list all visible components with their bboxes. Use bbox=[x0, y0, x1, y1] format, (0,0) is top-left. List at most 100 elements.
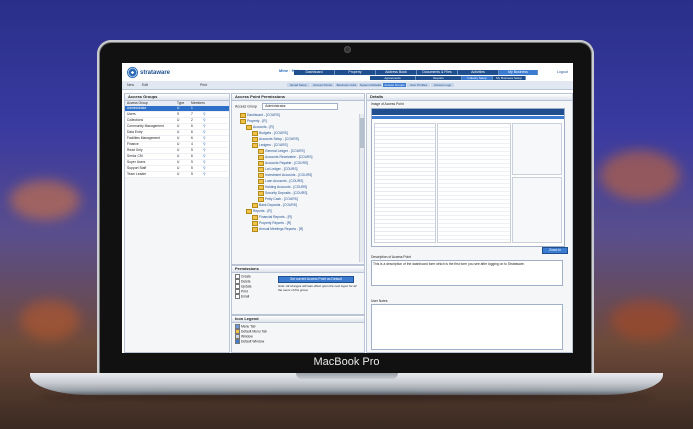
nav-tab-dashboard[interactable]: Dashboard bbox=[294, 70, 335, 75]
magnifier-icon[interactable]: ⚲ bbox=[203, 160, 205, 165]
set-default-button[interactable]: Set current Access Point as Default bbox=[278, 276, 354, 283]
folder-icon bbox=[252, 142, 258, 148]
tab-access-points[interactable]: Access Points bbox=[311, 83, 334, 87]
print-button[interactable]: Print bbox=[200, 83, 207, 87]
access-group-name: Collections bbox=[127, 118, 144, 122]
magnifier-icon[interactable]: ⚲ bbox=[203, 112, 205, 117]
sub-nav-spacer bbox=[210, 76, 370, 80]
description-textbox[interactable]: This is a description of the dashboard f… bbox=[371, 260, 563, 286]
camera-icon bbox=[344, 46, 351, 53]
table-row[interactable]: Team Leader U 5 ⚲ bbox=[125, 172, 229, 178]
access-group-type: U bbox=[177, 160, 180, 164]
access-group-name: Senior CM bbox=[127, 154, 143, 158]
magnifier-icon[interactable]: ⚲ bbox=[203, 136, 205, 141]
checkbox-icon[interactable] bbox=[235, 294, 240, 299]
nav-tab-documents[interactable]: Documents & Files bbox=[417, 70, 458, 75]
sub-tab-industry-setup[interactable]: Industry Setup bbox=[462, 76, 493, 80]
access-group-name: Data Entry bbox=[127, 130, 143, 134]
access-group-members: 6 bbox=[191, 136, 193, 140]
user-notes-label: User Notes bbox=[371, 299, 388, 303]
access-group-type: U bbox=[177, 154, 180, 158]
zoom-in-button[interactable]: Zoom In bbox=[542, 247, 568, 254]
nav-tab-address-book[interactable]: Address Book bbox=[376, 70, 417, 75]
logout-link[interactable]: Logout bbox=[557, 70, 568, 74]
nav-tab-property[interactable]: Property bbox=[335, 70, 376, 75]
permission-checkbox-email[interactable]: Email bbox=[235, 294, 361, 299]
tree-node[interactable]: Annual Meetings Reports - [R] bbox=[234, 226, 364, 232]
panel-title: Access Groups bbox=[125, 94, 229, 101]
access-group-name: Super Users bbox=[127, 160, 146, 164]
access-group-name: Finance bbox=[127, 142, 139, 146]
folder-icon bbox=[252, 130, 258, 136]
magnifier-icon[interactable]: ⚲ bbox=[203, 124, 205, 129]
user-notes-textbox[interactable] bbox=[371, 304, 563, 350]
setup-tabs: Email Setup Access Points Business Units… bbox=[287, 83, 455, 87]
logo[interactable]: strataware bbox=[127, 67, 170, 78]
permissions-note: Note: All changes will take effect upon … bbox=[278, 284, 357, 292]
access-point-image[interactable] bbox=[371, 108, 565, 247]
folder-icon bbox=[252, 136, 258, 142]
magnifier-icon[interactable]: ⚲ bbox=[203, 172, 205, 177]
magnifier-icon[interactable]: ⚲ bbox=[203, 106, 205, 111]
panel-title: Details bbox=[367, 94, 572, 101]
main-nav: Dashboard Property Address Book Document… bbox=[294, 70, 538, 75]
sub-tab-agreements[interactable]: Agreements bbox=[370, 76, 416, 80]
laptop-notch bbox=[296, 373, 398, 379]
nav-tab-activities[interactable]: Activities bbox=[458, 70, 499, 75]
magnifier-icon[interactable]: ⚲ bbox=[203, 130, 205, 135]
tab-business-units[interactable]: Business Units bbox=[335, 83, 358, 87]
magnifier-icon[interactable]: ⚲ bbox=[203, 166, 205, 171]
access-point-permissions-panel: Access Point Permissions Access Group Ad… bbox=[231, 93, 365, 265]
new-button[interactable]: New bbox=[127, 83, 134, 87]
panel-title: Access Point Permissions bbox=[232, 94, 364, 101]
access-group-type: U bbox=[177, 148, 180, 152]
access-group-members: 2 bbox=[191, 118, 193, 122]
access-group-name: Facilities Management bbox=[127, 136, 160, 140]
folder-icon bbox=[258, 190, 264, 196]
folder-icon bbox=[252, 226, 258, 232]
device-brand-label: MacBook Pro bbox=[313, 356, 380, 368]
magnifier-icon[interactable]: ⚲ bbox=[203, 118, 205, 123]
access-group-members: 4 bbox=[191, 142, 193, 146]
sub-tab-my-business-setup[interactable]: My Business Setup bbox=[493, 76, 526, 80]
strataware-app: strataware Mine · Help Dashboard Propert… bbox=[122, 63, 573, 353]
access-group-type: U bbox=[177, 172, 180, 176]
access-group-label: Access Group bbox=[235, 104, 257, 109]
edit-button[interactable]: Edit bbox=[142, 83, 148, 87]
folder-icon bbox=[258, 154, 264, 160]
access-group-members: 1 bbox=[191, 106, 193, 110]
tab-access-groups[interactable]: Access Groups bbox=[383, 83, 406, 87]
logo-text: strataware bbox=[140, 69, 171, 76]
access-group-type: U bbox=[177, 136, 180, 140]
access-group-name: Read Only bbox=[127, 148, 143, 152]
access-group-field[interactable]: Administrator bbox=[262, 103, 339, 110]
folder-icon bbox=[258, 196, 264, 202]
access-group-members: 7 bbox=[191, 112, 193, 116]
nav-tab-my-business[interactable]: My Business bbox=[499, 70, 538, 75]
access-point-tree: Dashboard - [COURS] Property - [R] Account… bbox=[232, 112, 364, 252]
tab-user-profiles[interactable]: User Profiles bbox=[407, 83, 430, 87]
access-group-name: Team Leader bbox=[127, 172, 147, 176]
access-group-name: Support Staff bbox=[127, 166, 147, 170]
magnifier-icon[interactable]: ⚲ bbox=[203, 154, 205, 159]
folder-icon bbox=[246, 124, 252, 130]
tab-access-logs[interactable]: Access Logs bbox=[431, 83, 454, 87]
folder-icon bbox=[258, 178, 264, 184]
tab-system-defaults[interactable]: System Defaults bbox=[359, 83, 382, 87]
magnifier-icon[interactable]: ⚲ bbox=[203, 142, 205, 147]
tree-scrollbar[interactable] bbox=[359, 114, 364, 262]
tab-email-setup[interactable]: Email Setup bbox=[287, 83, 310, 87]
folder-icon bbox=[240, 118, 246, 124]
sub-tab-reports[interactable]: Reports bbox=[416, 76, 462, 80]
folder-icon bbox=[258, 184, 264, 190]
magnifier-icon[interactable]: ⚲ bbox=[203, 148, 205, 153]
legend-item: Default Window bbox=[235, 339, 361, 344]
folder-icon bbox=[252, 214, 258, 220]
laptop-shadow bbox=[40, 394, 653, 400]
background-light bbox=[610, 300, 680, 340]
permissions-panel: Permissions Create Delete Update Print Email… bbox=[231, 265, 365, 315]
access-group-members: 5 bbox=[191, 148, 193, 152]
sub-nav: Agreements Reports Industry Setup My Bus… bbox=[210, 76, 526, 80]
access-group-type: U bbox=[177, 106, 180, 110]
access-group-type: S bbox=[177, 112, 180, 116]
